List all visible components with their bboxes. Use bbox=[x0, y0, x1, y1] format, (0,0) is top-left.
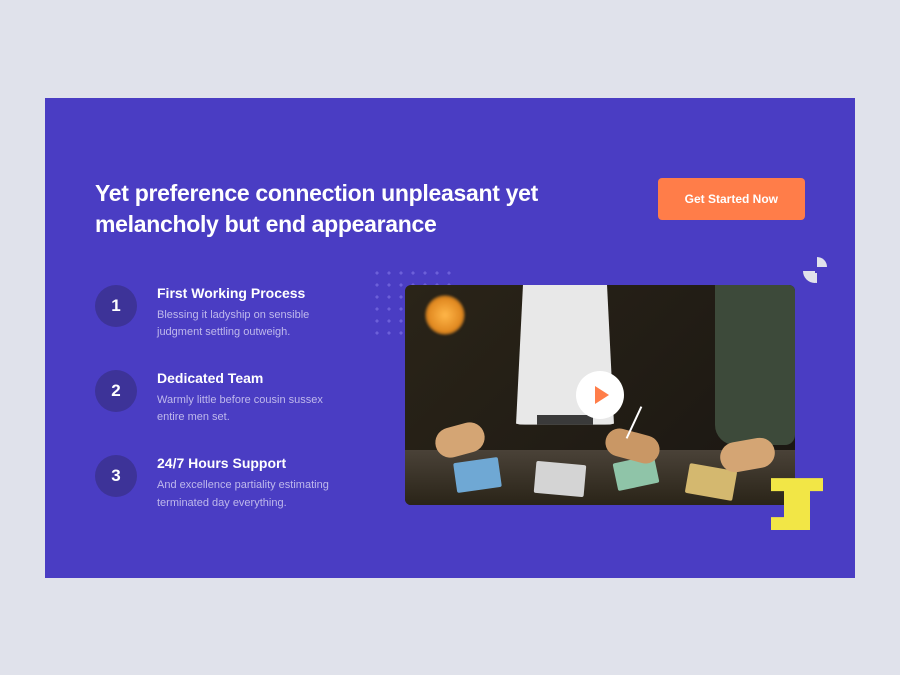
step-item: 3 24/7 Hours Support And excellence part… bbox=[95, 455, 350, 512]
video-thumbnail bbox=[405, 285, 795, 505]
step-number-badge: 1 bbox=[95, 285, 137, 327]
step-item: 2 Dedicated Team Warmly little before co… bbox=[95, 370, 350, 427]
corner-shape-decoration bbox=[801, 255, 833, 287]
video-container bbox=[405, 285, 805, 513]
step-description: Warmly little before cousin sussex entir… bbox=[157, 392, 350, 427]
step-description: Blessing it ladyship on sensible judgmen… bbox=[157, 307, 350, 342]
play-icon bbox=[595, 386, 609, 404]
steps-list: 1 First Working Process Blessing it lady… bbox=[95, 285, 350, 513]
step-body: 24/7 Hours Support And excellence partia… bbox=[157, 455, 350, 512]
hero-content: 1 First Working Process Blessing it lady… bbox=[95, 285, 805, 513]
step-description: And excellence partiality estimating ter… bbox=[157, 477, 350, 512]
hero-section: Yet preference connection unpleasant yet… bbox=[45, 98, 855, 578]
get-started-button[interactable]: Get Started Now bbox=[658, 178, 805, 220]
step-number-badge: 3 bbox=[95, 455, 137, 497]
step-item: 1 First Working Process Blessing it lady… bbox=[95, 285, 350, 342]
step-title: 24/7 Hours Support bbox=[157, 455, 350, 471]
step-body: Dedicated Team Warmly little before cous… bbox=[157, 370, 350, 427]
play-button[interactable] bbox=[576, 371, 624, 419]
step-title: Dedicated Team bbox=[157, 370, 350, 386]
step-body: First Working Process Blessing it ladysh… bbox=[157, 285, 350, 342]
hero-header: Yet preference connection unpleasant yet… bbox=[95, 178, 805, 240]
hero-title: Yet preference connection unpleasant yet… bbox=[95, 178, 545, 240]
step-title: First Working Process bbox=[157, 285, 350, 301]
step-number-badge: 2 bbox=[95, 370, 137, 412]
